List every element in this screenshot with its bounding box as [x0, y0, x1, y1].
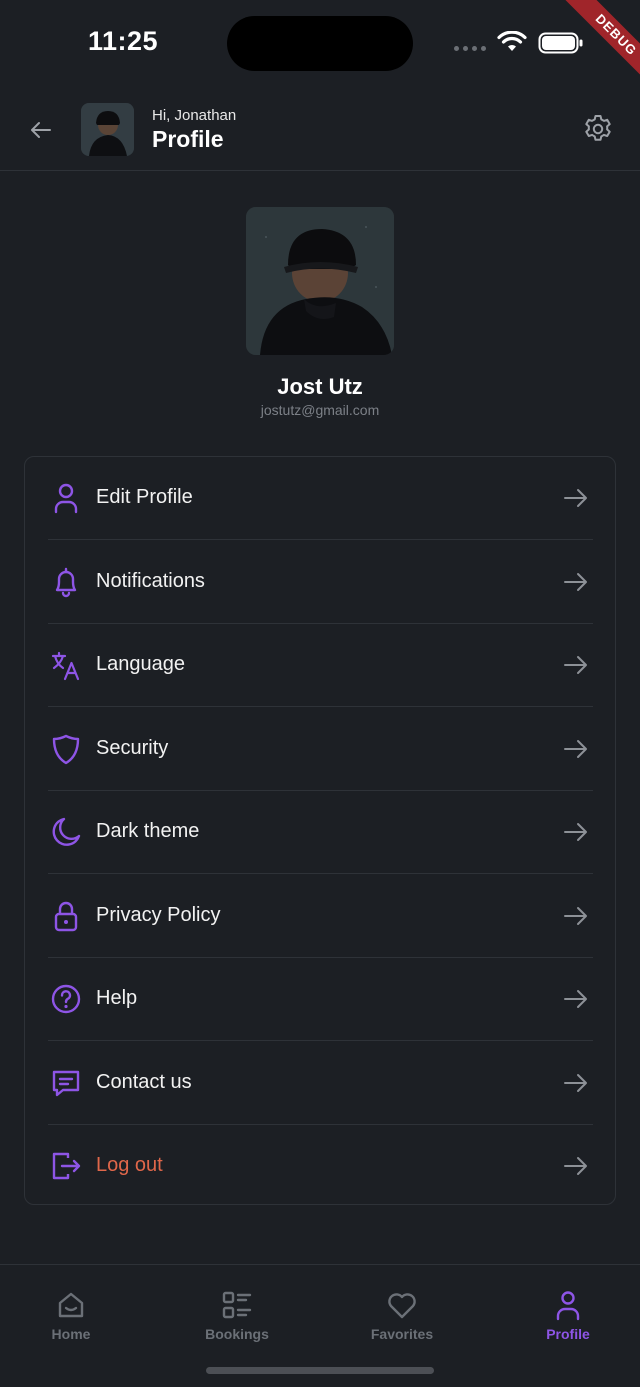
- arrow-right-icon: [564, 739, 587, 758]
- translate-icon: [51, 651, 80, 681]
- menu-item-privacy-policy[interactable]: Privacy Policy: [48, 875, 593, 958]
- arrow-right-icon: [564, 489, 587, 507]
- menu-item-language[interactable]: Language: [48, 624, 593, 707]
- profile-name: Jost Utz: [277, 374, 363, 399]
- status-bar: 11:25 DEBUG: [0, 0, 640, 100]
- cellular-signal-icon: [454, 46, 486, 51]
- nav-item-home[interactable]: Home: [11, 1289, 131, 1342]
- menu-label: Language: [96, 653, 185, 675]
- user-icon: [556, 1291, 580, 1321]
- gear-icon[interactable]: [581, 112, 615, 146]
- bell-icon: [55, 567, 77, 597]
- arrow-right-icon: [564, 1157, 587, 1175]
- nav-label: Bookings: [205, 1326, 269, 1342]
- menu-label: Notifications: [96, 569, 205, 592]
- home-indicator: [206, 1367, 434, 1374]
- menu-item-edit-profile[interactable]: Edit Profile: [48, 457, 593, 540]
- arrow-right-icon: [564, 572, 587, 591]
- page-title: Profile: [152, 126, 224, 152]
- menu-item-contact-us[interactable]: Contact us: [48, 1042, 593, 1125]
- nav-item-favorites[interactable]: Favorites: [342, 1289, 462, 1342]
- status-time: 11:25: [88, 26, 159, 56]
- wifi-icon: [497, 31, 527, 51]
- menu-label: Dark theme: [96, 820, 200, 842]
- menu-item-notifications[interactable]: Notifications: [48, 541, 593, 624]
- arrow-right-icon: [564, 1073, 587, 1092]
- menu-label: Help: [96, 987, 138, 1009]
- menu-label: Privacy Policy: [96, 903, 221, 926]
- app-bar: Hi, Jonathan Profile: [0, 90, 640, 171]
- menu-item-log-out[interactable]: Log out: [48, 1125, 593, 1208]
- menu-label: Edit Profile: [96, 486, 193, 508]
- logout-icon: [52, 1152, 81, 1180]
- nav-label: Profile: [546, 1326, 590, 1342]
- user-icon: [54, 483, 78, 514]
- arrow-right-icon: [564, 656, 587, 674]
- menu-item-dark-theme[interactable]: Dark theme: [48, 791, 593, 874]
- menu-label: Contact us: [96, 1070, 192, 1093]
- nav-label: Favorites: [370, 1326, 434, 1342]
- nav-label: Home: [51, 1326, 91, 1342]
- arrow-right-icon: [564, 990, 587, 1008]
- settings-menu: Edit Profile Notifications Language Secu…: [24, 456, 616, 1205]
- home-icon: [58, 1292, 84, 1318]
- arrow-right-icon: [564, 906, 587, 925]
- nav-item-bookings[interactable]: Bookings: [177, 1289, 297, 1342]
- menu-item-security[interactable]: Security: [48, 708, 593, 791]
- message-icon: [52, 1070, 80, 1096]
- shield-icon: [52, 734, 80, 764]
- greeting-text: Hi, Jonathan: [152, 107, 237, 124]
- moon-icon: [52, 817, 81, 846]
- nav-item-profile[interactable]: Profile: [508, 1289, 628, 1342]
- help-circle-icon: [51, 984, 81, 1014]
- lock-icon: [54, 901, 78, 931]
- menu-item-help[interactable]: Help: [48, 958, 593, 1041]
- back-arrow-icon[interactable]: [26, 115, 56, 145]
- list-icon: [222, 1291, 252, 1319]
- header-avatar[interactable]: [81, 103, 134, 156]
- profile-photo[interactable]: [246, 207, 394, 355]
- heart-icon: [388, 1293, 416, 1319]
- arrow-right-icon: [564, 823, 587, 841]
- profile-email: jostutz@gmail.com: [260, 402, 380, 418]
- menu-label: Log out: [96, 1154, 163, 1176]
- dynamic-island: [227, 16, 413, 71]
- menu-label: Security: [96, 736, 169, 759]
